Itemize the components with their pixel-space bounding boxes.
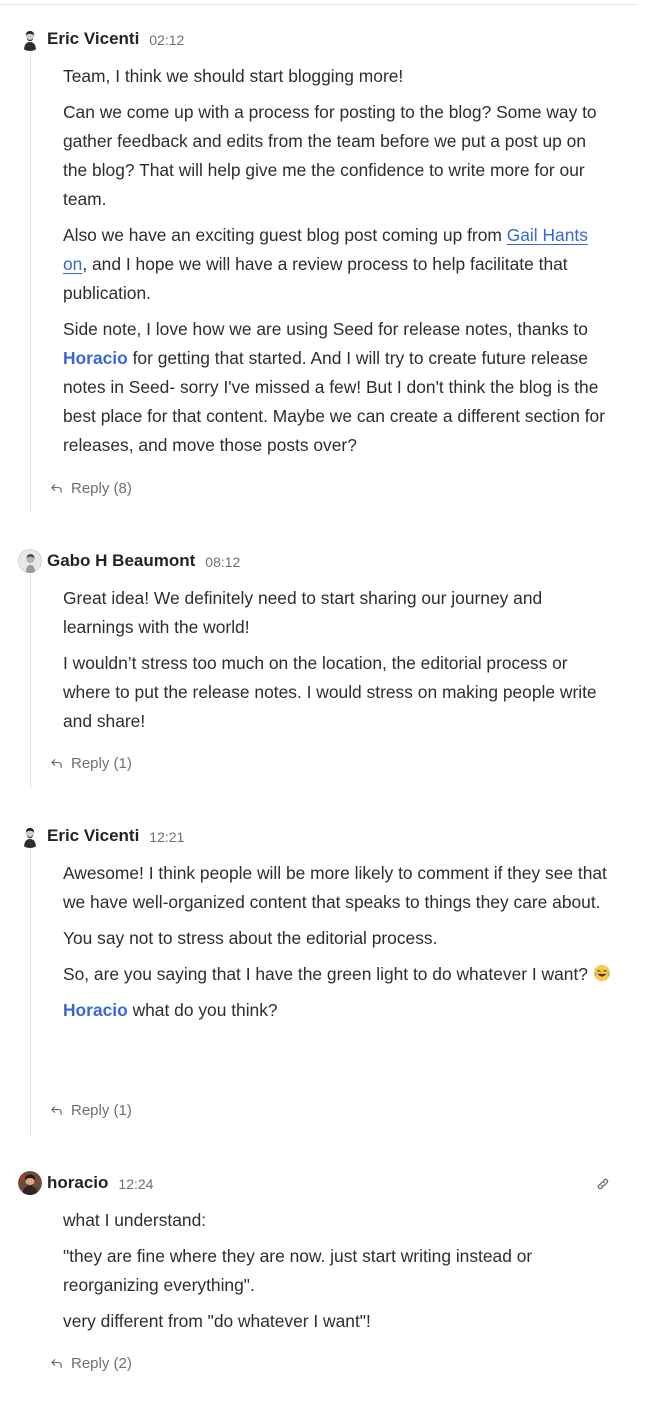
comment-paragraph: I wouldn’t stress too much on the locati… <box>63 653 597 731</box>
avatar[interactable] <box>18 1171 42 1195</box>
comment-paragraph: Great idea! We definitely need to start … <box>63 588 543 637</box>
paragraph-text: So, are you saying that I have the green… <box>63 964 593 984</box>
reply-button[interactable]: Reply (8) <box>50 478 132 498</box>
reply-label: Reply (2) <box>71 1354 132 1372</box>
avatar[interactable] <box>18 27 42 51</box>
comment-paragraph: Awesome! I think people will be more lik… <box>63 863 607 912</box>
top-divider <box>0 4 638 5</box>
avatar[interactable] <box>18 549 42 573</box>
avatar[interactable] <box>18 824 42 848</box>
thread-line <box>30 849 31 1135</box>
thread-line <box>30 574 31 788</box>
comment-paragraph: Also we have an exciting guest blog post… <box>63 221 615 308</box>
mention-link[interactable]: Horacio <box>63 348 128 368</box>
reply-label: Reply (1) <box>71 1101 132 1119</box>
reply-label: Reply (8) <box>71 479 132 497</box>
laughing-tears-emoji <box>593 964 610 982</box>
comment-paragraph: Team, I think we should start blogging m… <box>63 66 404 86</box>
comment-paragraph: what I understand: <box>63 1210 207 1230</box>
reply-button[interactable]: Reply (1) <box>50 1100 132 1120</box>
comment-paragraph: Can we come up with a process for postin… <box>63 102 597 209</box>
comment-header: horacio 12:24 <box>18 1170 153 1196</box>
comment-body: Team, I think we should start blogging m… <box>63 62 615 467</box>
paragraph-text: Side note, I love how we are using Seed … <box>63 319 588 339</box>
comment-header: Gabo H Beaumont 08:12 <box>18 548 240 574</box>
reply-arrow-icon <box>51 1105 62 1115</box>
paragraph-text: , and I hope we will have a review proce… <box>63 254 568 303</box>
comment-paragraph: You say not to stress about the editoria… <box>63 928 438 948</box>
author-name[interactable]: Eric Vicenti <box>47 29 139 49</box>
paragraph-text: for getting that started. And I will try… <box>63 348 605 455</box>
comment-paragraph: "they are fine where they are now. just … <box>63 1246 533 1295</box>
link-icon[interactable] <box>594 1175 612 1193</box>
comment-header: Eric Vicenti 02:12 <box>18 26 184 52</box>
comment-timestamp: 02:12 <box>149 32 185 48</box>
author-name[interactable]: Eric Vicenti <box>47 826 139 846</box>
comment-body: Great idea! We definitely need to start … <box>63 584 615 743</box>
reply-button[interactable]: Reply (2) <box>50 1353 132 1373</box>
comment-timestamp: 12:21 <box>149 829 185 845</box>
thread-line <box>30 52 31 512</box>
reply-arrow-icon <box>51 1358 62 1368</box>
paragraph-text: Also we have an exciting guest blog post… <box>63 225 507 245</box>
author-name[interactable]: Gabo H Beaumont <box>47 551 195 571</box>
comment-paragraph: Side note, I love how we are using Seed … <box>63 315 615 460</box>
comment-paragraph: So, are you saying that I have the green… <box>63 960 615 989</box>
mention-link[interactable]: Horacio <box>63 1000 128 1020</box>
reply-label: Reply (1) <box>71 754 132 772</box>
reply-arrow-icon <box>51 758 62 768</box>
author-name[interactable]: horacio <box>47 1173 108 1193</box>
comment-timestamp: 08:12 <box>205 554 241 570</box>
comment-body: Awesome! I think people will be more lik… <box>63 859 615 1032</box>
comment-paragraph: very different from "do whatever I want"… <box>63 1311 371 1331</box>
comment-header: Eric Vicenti 12:21 <box>18 823 184 849</box>
paragraph-text: what do you think? <box>127 1000 278 1020</box>
reply-arrow-icon <box>51 483 62 493</box>
comment-paragraph: Horacio what do you think? <box>63 996 615 1025</box>
reply-button[interactable]: Reply (1) <box>50 753 132 773</box>
comment-timestamp: 12:24 <box>118 1176 154 1192</box>
comment-body: what I understand: "they are fine where … <box>63 1206 615 1343</box>
